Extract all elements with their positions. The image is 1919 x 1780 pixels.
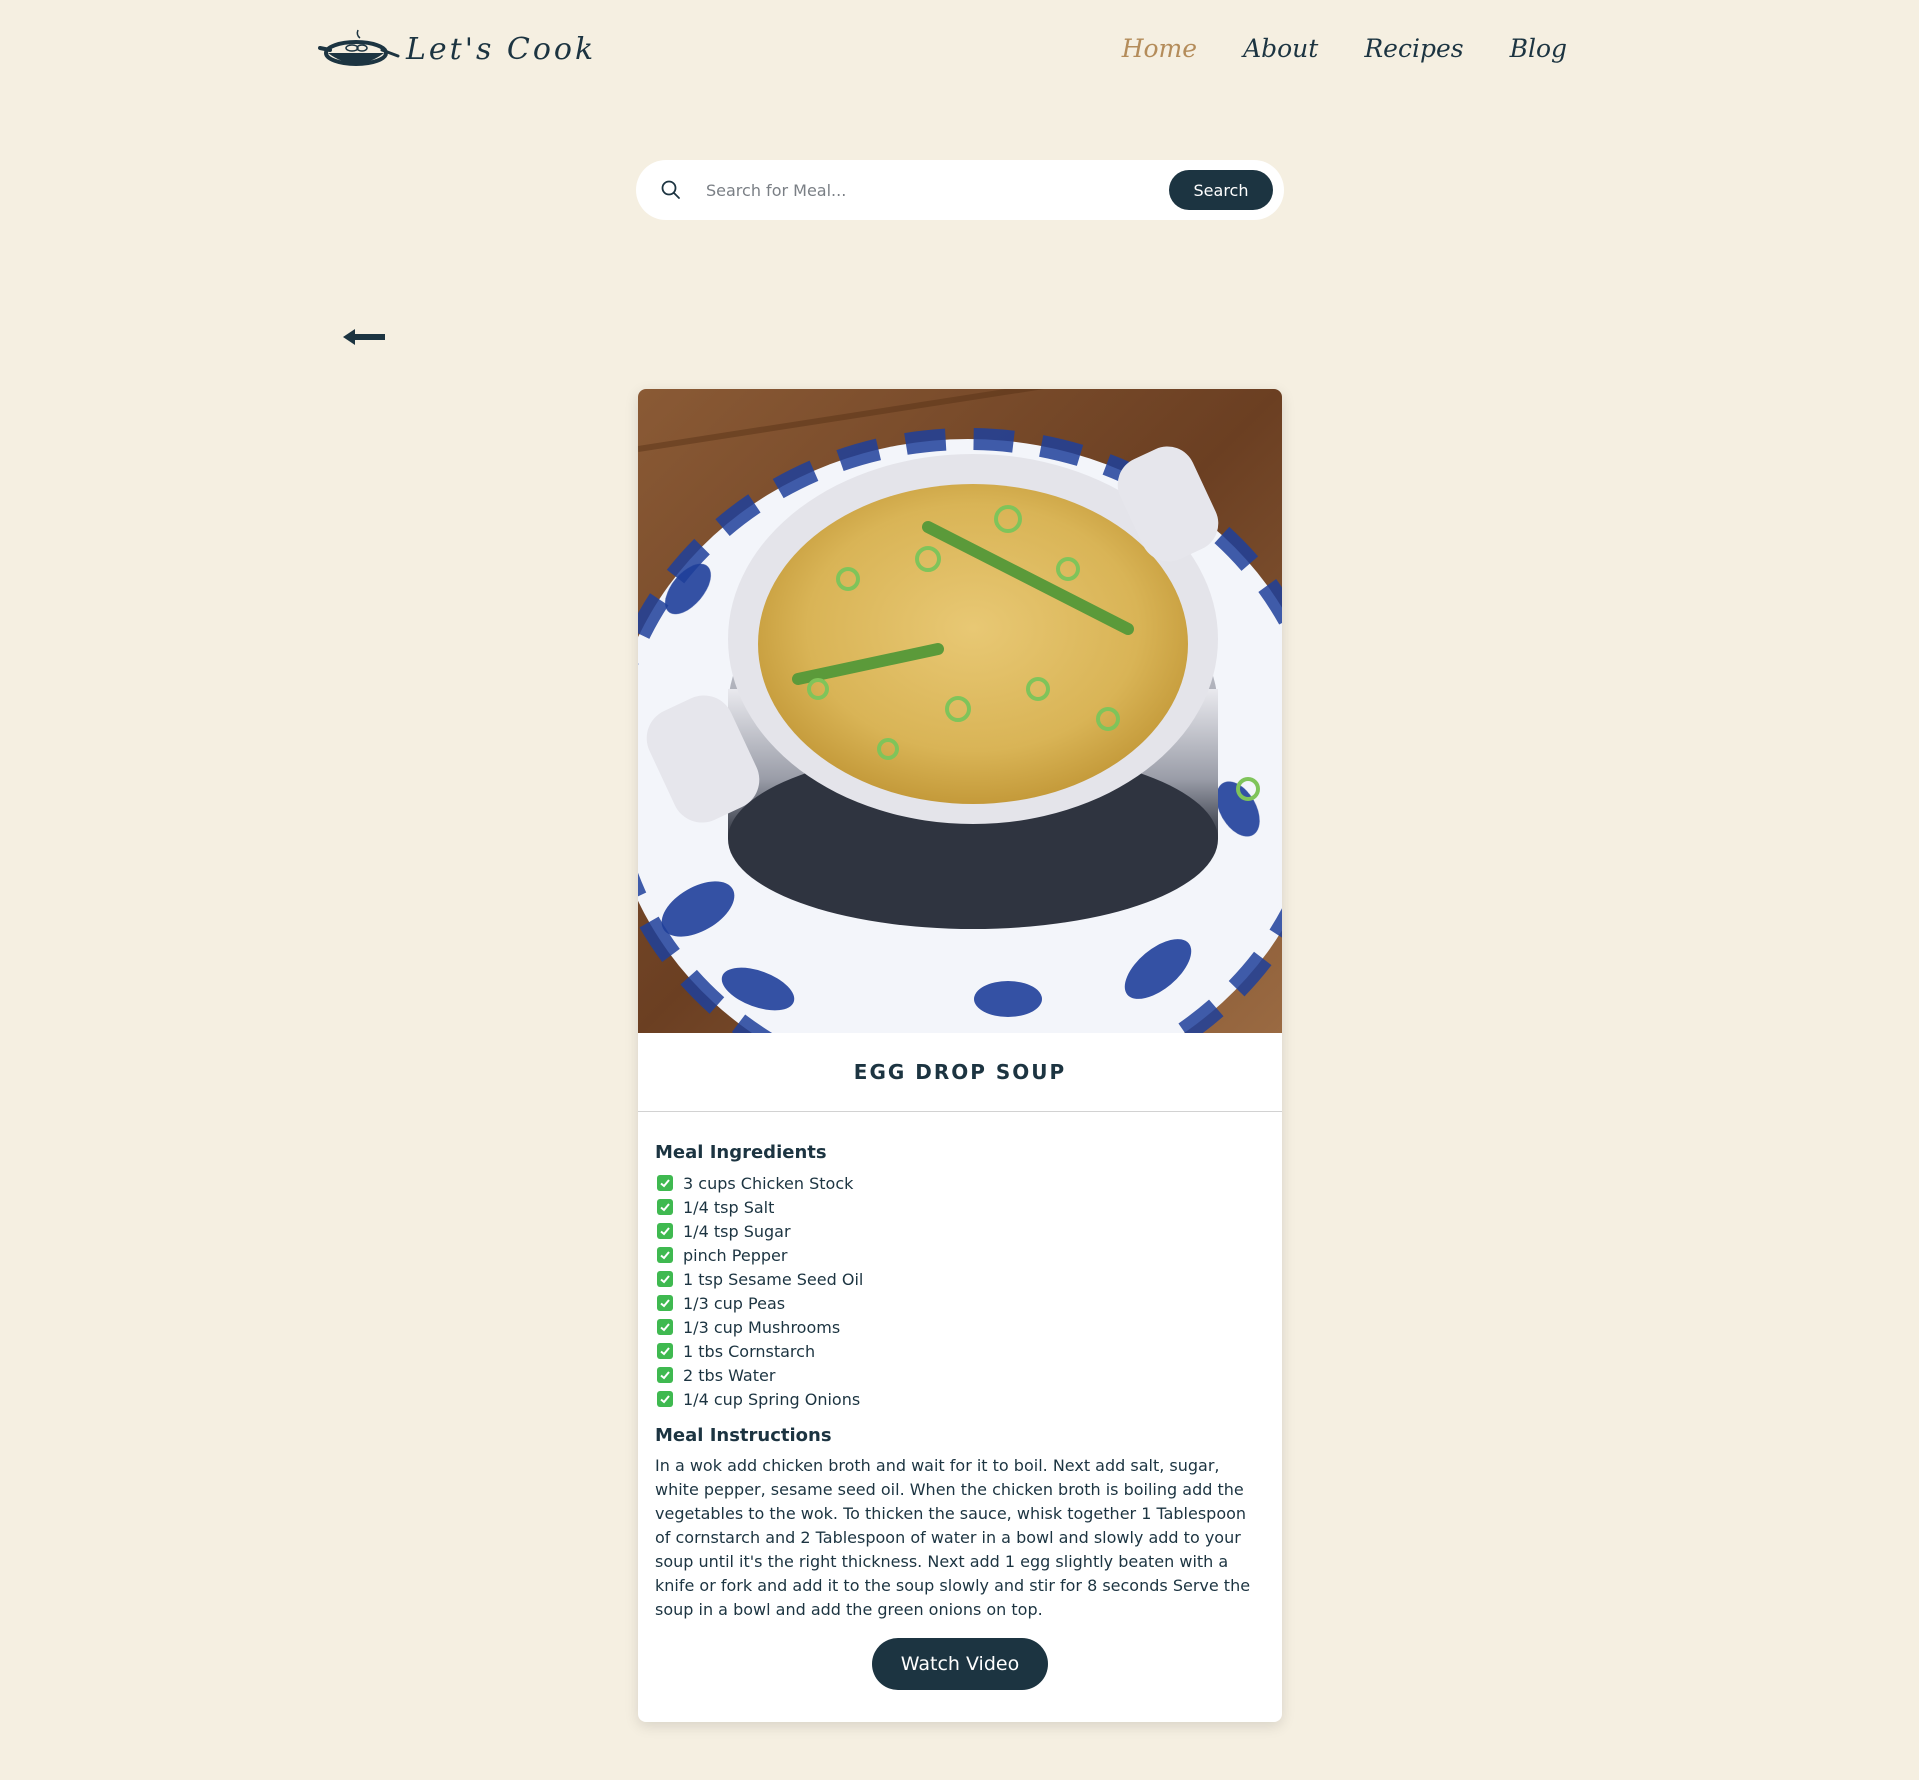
video-button-wrap: Watch Video [655, 1638, 1265, 1690]
pot-icon [318, 29, 400, 66]
checkmark-icon [657, 1367, 673, 1383]
ingredient-text: 1/3 cup Mushrooms [683, 1317, 841, 1337]
checkmark-icon [657, 1343, 673, 1359]
ingredient-item: 1 tbs Cornstarch [655, 1339, 1265, 1363]
meal-card: EGG DROP SOUP Meal Ingredients 3 cups Ch… [638, 389, 1282, 1722]
checkmark-icon [657, 1271, 673, 1287]
search-input[interactable] [704, 169, 1169, 211]
ingredient-item: 2 tbs Water [655, 1363, 1265, 1387]
checkmark-icon [657, 1175, 673, 1191]
instructions-heading: Meal Instructions [655, 1425, 832, 1446]
checkmark-icon [657, 1247, 673, 1263]
ingredient-text: 2 tbs Water [683, 1365, 776, 1385]
search-button[interactable]: Search [1169, 170, 1273, 210]
nav-home[interactable]: Home [1122, 34, 1197, 63]
ingredient-item: 1/4 cup Spring Onions [655, 1387, 1265, 1411]
checkmark-icon [657, 1199, 673, 1215]
checkmark-icon [657, 1223, 673, 1239]
ingredient-text: 3 cups Chicken Stock [683, 1173, 854, 1193]
nav-blog[interactable]: Blog [1510, 34, 1567, 63]
meal-details: Meal Ingredients 3 cups Chicken Stock 1/… [638, 1112, 1282, 1690]
ingredient-item: 3 cups Chicken Stock [655, 1171, 1265, 1195]
ingredient-text: 1 tbs Cornstarch [683, 1341, 816, 1361]
instructions-text: In a wok add chicken broth and wait for … [655, 1456, 1251, 1619]
checkmark-icon [657, 1319, 673, 1335]
ingredient-item: 1 tsp Sesame Seed Oil [655, 1267, 1265, 1291]
logo-text: Let's Cook [406, 31, 597, 67]
ingredient-item: pinch Pepper [655, 1243, 1265, 1267]
ingredient-item: 1/3 cup Peas [655, 1291, 1265, 1315]
ingredient-item: 1/4 tsp Salt [655, 1195, 1265, 1219]
ingredient-item: 1/3 cup Mushrooms [655, 1315, 1265, 1339]
ingredient-text: pinch Pepper [683, 1245, 788, 1265]
watch-video-button[interactable]: Watch Video [872, 1638, 1048, 1690]
search-icon [661, 180, 680, 199]
checkmark-icon [657, 1295, 673, 1311]
ingredient-text: 1/4 tsp Sugar [683, 1221, 791, 1241]
ingredient-text: 1/4 tsp Salt [683, 1197, 775, 1217]
ingredients-list: 3 cups Chicken Stock 1/4 tsp Salt 1/4 ts… [655, 1171, 1265, 1411]
ingredients-heading: Meal Ingredients [655, 1142, 827, 1163]
nav-recipes[interactable]: Recipes [1364, 34, 1463, 63]
ingredient-text: 1/4 cup Spring Onions [683, 1389, 861, 1409]
ingredient-item: 1/4 tsp Sugar [655, 1219, 1265, 1243]
nav-about[interactable]: About [1243, 34, 1318, 63]
ingredient-text: 1/3 cup Peas [683, 1293, 786, 1313]
ingredient-text: 1 tsp Sesame Seed Oil [683, 1269, 864, 1289]
checkmark-icon [657, 1391, 673, 1407]
arrow-left-icon[interactable] [343, 327, 385, 347]
meal-title: EGG DROP SOUP [638, 1033, 1282, 1112]
main-nav: Home About Recipes Blog [1122, 34, 1567, 63]
search-bar: Search [636, 160, 1284, 220]
site-logo[interactable]: Let's Cook [318, 26, 596, 72]
meal-image [638, 389, 1282, 1033]
